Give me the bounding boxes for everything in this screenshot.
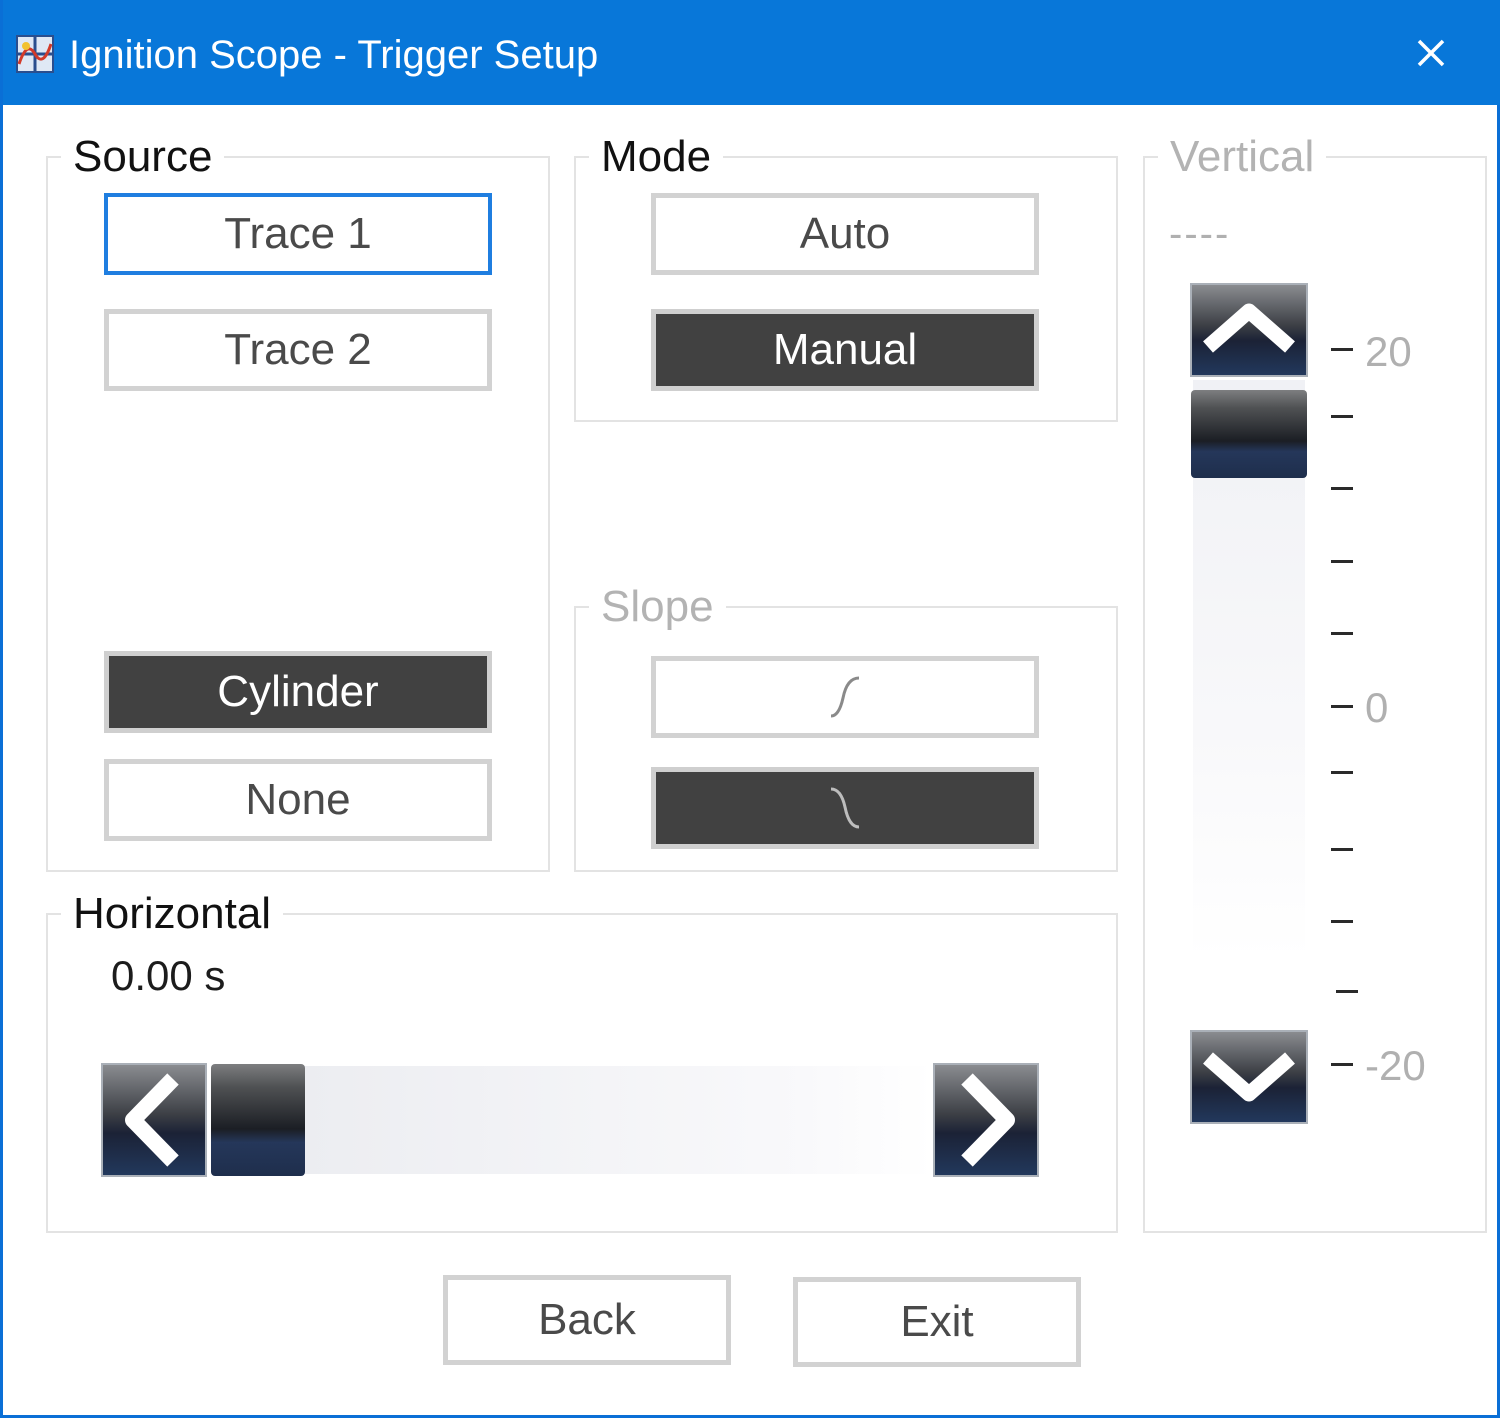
vertical-label: Vertical [1158,132,1327,182]
scale-tick [1331,705,1353,708]
window-title: Ignition Scope - Trigger Setup [69,33,599,77]
vertical-value: ---- [1169,212,1231,256]
source-label: Source [61,132,225,182]
scale-tick [1331,848,1353,851]
manual-button[interactable]: Manual [651,309,1039,391]
back-button[interactable]: Back [443,1275,731,1365]
slope-label: Slope [589,582,726,632]
vertical-down-button[interactable] [1190,1030,1308,1124]
scale-label-middle: 0 [1365,684,1389,731]
none-button[interactable]: None [104,759,492,841]
scale-tick [1331,920,1353,923]
scale-tick [1336,990,1358,993]
auto-button[interactable]: Auto [651,193,1039,275]
horizontal-left-button[interactable] [101,1063,207,1177]
rising-slope-button[interactable] [651,656,1039,738]
scale-tick [1331,415,1353,418]
vertical-slider-thumb[interactable] [1191,390,1307,478]
trace-2-button[interactable]: Trace 2 [104,309,492,391]
mode-label: Mode [589,132,724,182]
horizontal-slider-track[interactable] [303,1066,933,1174]
chevron-right-icon [935,1065,1037,1175]
rising-slope-icon [830,676,860,718]
title-bar[interactable]: Ignition Scope - Trigger Setup [3,0,1500,105]
scale-tick [1331,487,1353,490]
horizontal-value: 0.00 s [111,952,226,999]
cylinder-button[interactable]: Cylinder [104,651,492,733]
trigger-setup-window: Ignition Scope - Trigger Setup Source Tr… [0,0,1500,1418]
horizontal-slider-thumb[interactable] [211,1064,305,1176]
scale-tick [1331,1063,1353,1066]
scale-tick [1331,771,1353,774]
falling-slope-button[interactable] [651,767,1039,849]
scale-label-top: 20 [1365,328,1412,375]
scale-label-bottom: -20 [1365,1042,1426,1089]
scale-tick [1331,560,1353,563]
horizontal-right-button[interactable] [933,1063,1039,1177]
close-icon[interactable] [1398,22,1464,84]
vertical-up-button[interactable] [1190,283,1308,377]
chevron-down-icon [1192,1032,1306,1122]
exit-button[interactable]: Exit [793,1277,1081,1367]
chevron-left-icon [103,1065,205,1175]
scale-tick [1331,632,1353,635]
scale-tick [1331,348,1353,351]
horizontal-label: Horizontal [61,889,284,939]
falling-slope-icon [830,787,860,829]
chevron-up-icon [1192,285,1306,375]
oscilloscope-app-icon [16,35,54,73]
trace-1-button[interactable]: Trace 1 [104,193,492,275]
